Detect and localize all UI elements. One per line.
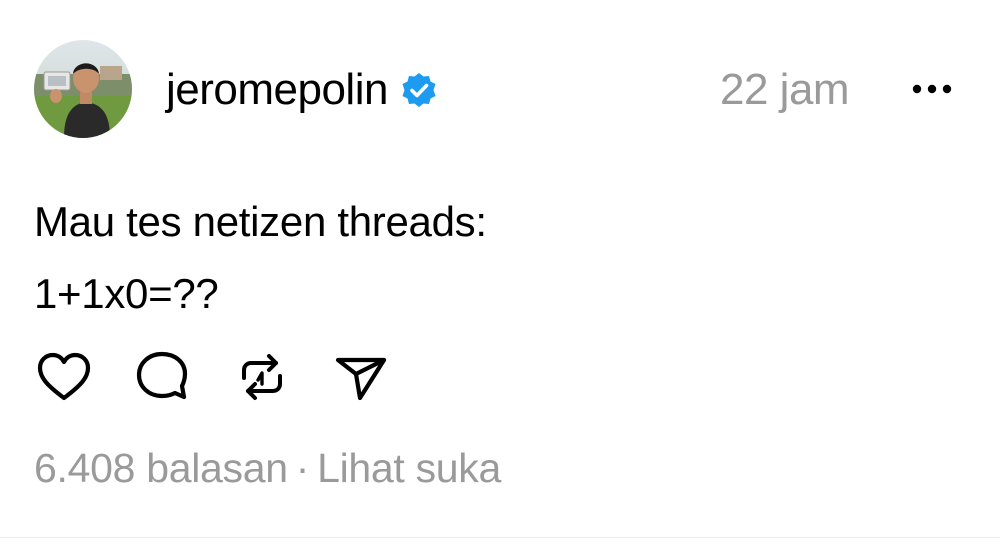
- stats-separator: ·: [295, 445, 310, 491]
- post-timestamp: 22 jam: [720, 65, 850, 114]
- replies-count-link[interactable]: 6.408 balasan: [34, 445, 288, 491]
- more-options-button[interactable]: [908, 74, 958, 104]
- comment-icon: [136, 351, 188, 400]
- avatar-photo: [34, 40, 132, 138]
- reply-button[interactable]: [132, 348, 192, 408]
- like-button[interactable]: [34, 348, 94, 408]
- thread-post: jeromepolin 22 jam Mau tes netizen threa…: [0, 0, 1000, 544]
- repost-icon: [242, 354, 282, 400]
- post-body: Mau tes netizen threads: 1+1x0=??: [34, 186, 487, 330]
- post-text-line: Mau tes netizen threads:: [34, 198, 487, 245]
- post-text-line: 1+1x0=??: [34, 270, 219, 317]
- avatar[interactable]: [34, 40, 132, 138]
- repost-button[interactable]: [232, 348, 292, 408]
- more-horizontal-icon: [912, 84, 952, 94]
- author-row: jeromepolin: [166, 60, 438, 120]
- view-likes-link[interactable]: Lihat suka: [317, 445, 501, 491]
- send-icon: [335, 357, 387, 401]
- share-button[interactable]: [332, 348, 392, 408]
- verified-badge-icon: [400, 71, 438, 109]
- post-stats: 6.408 balasan · Lihat suka: [34, 440, 501, 496]
- post-divider: [0, 537, 1000, 538]
- heart-icon: [37, 352, 91, 401]
- username-link[interactable]: jeromepolin: [166, 60, 388, 120]
